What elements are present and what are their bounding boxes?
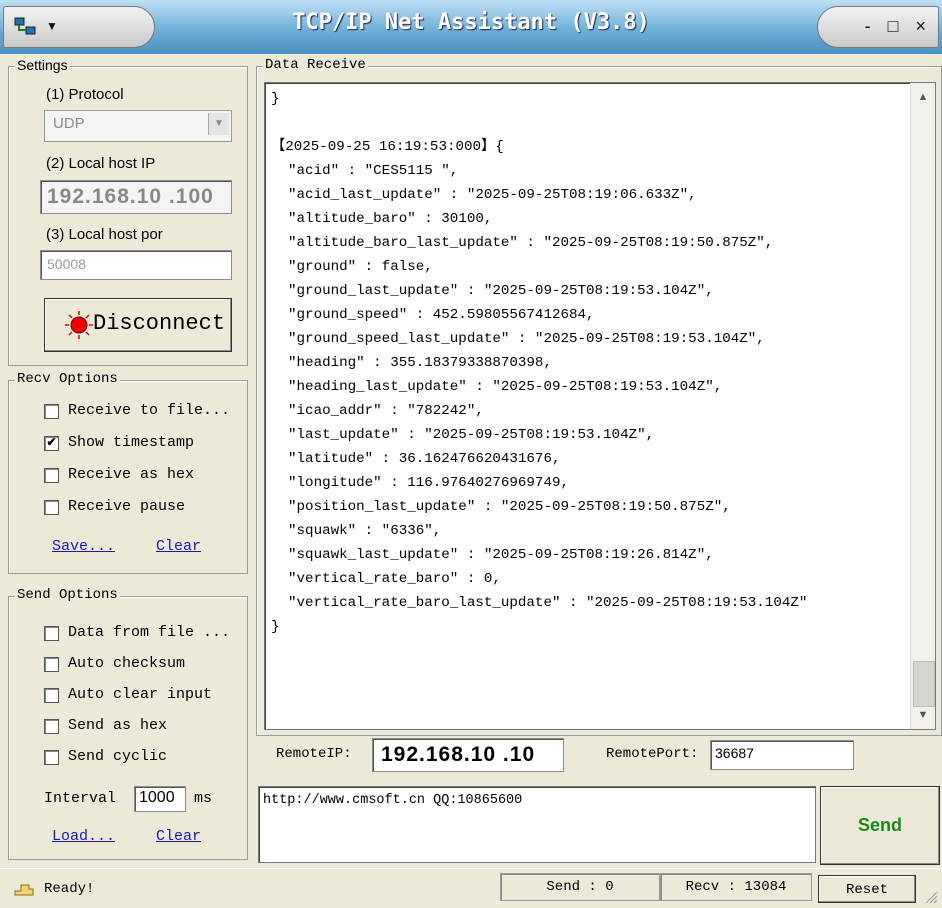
receive-line: "acid_last_update" : "2025-09-25T08:19:0… [271,187,697,203]
receive-line: "altitude_baro" : 30100, [271,211,493,227]
reset-button[interactable]: Reset [818,875,916,903]
save-link[interactable]: Save... [52,538,115,555]
interval-label: Interval [44,790,117,807]
local-ip-value: 192.168.10 .100 [47,185,214,208]
receive-text-area[interactable]: } 【2025-09-25 16:19:53:000】{ "acid" : "C… [264,82,936,730]
checkbox-label: Send cyclic [68,748,168,765]
checkbox-box[interactable] [44,719,59,734]
title-bar[interactable]: ▼ TCP/IP Net Assistant (V3.8) - □ × [0,0,942,54]
window-control-icons[interactable]: - □ × [865,16,932,37]
checkbox-box[interactable] [44,688,59,703]
recv-count: Recv : 13084 [685,879,787,895]
receive-line: "squawk" : "6336", [271,523,442,539]
send-text-input[interactable]: http://www.cmsoft.cn QQ:10865600 [258,786,816,863]
status-bar: Ready! Send : 0 Recv : 13084 Reset [0,868,942,908]
window-controls: - □ × [817,6,939,48]
remote-port-label: RemotePort: [606,746,699,762]
local-ip-label: (2) Local host IP [46,155,156,172]
checkbox-label: Auto checksum [68,655,186,672]
receive-line: "vertical_rate_baro" : 0, [271,571,501,587]
checkbox-label: Receive to file... [68,402,231,419]
chevron-down-icon[interactable]: ▼ [208,113,229,135]
checkbox-box[interactable] [44,626,59,641]
checkbox-label: Show timestamp [68,434,195,451]
receive-line: "vertical_rate_baro_last_update" : "2025… [271,595,808,611]
checkbox-label: Send as hex [68,717,168,734]
checkmark-icon[interactable]: ✔ [44,436,59,451]
receive-line: "heading_last_update" : "2025-09-25T08:1… [271,379,723,395]
receive-line: "acid" : "CES5115 ", [271,163,459,179]
interval-value: 1000 [139,789,175,806]
send-button-label: Send [857,815,902,835]
send-clear-link[interactable]: Clear [156,828,201,845]
receive-line: "squawk_last_update" : "2025-09-25T08:19… [271,547,714,563]
protocol-label: (1) Protocol [46,86,124,103]
disconnect-label: Disconnect [93,311,226,336]
checkbox-box[interactable] [44,750,59,765]
remote-ip-label: RemoteIP: [276,746,352,762]
receive-line: "position_last_update" : "2025-09-25T08:… [271,499,731,515]
receive-line: "latitude" : 36.162476620431676, [271,451,561,467]
hand-pointer-icon [14,884,34,896]
resize-grip-icon[interactable] [924,890,938,904]
status-ready: Ready! [44,881,95,897]
receive-line: "ground_speed_last_update" : "2025-09-25… [271,331,765,347]
receive-line: } [271,91,280,107]
checkbox-box[interactable] [44,657,59,672]
send-options-legend: Send Options [15,587,120,603]
receive-line: "icao_addr" : "782242", [271,403,484,419]
checkbox-label: Auto clear input [68,686,213,703]
protocol-value: UDP [53,115,85,132]
checkbox-box[interactable] [44,468,59,483]
window-title: TCP/IP Net Assistant (V3.8) [292,10,650,35]
scroll-down-icon[interactable]: ▼ [913,705,933,725]
send-text: http://www.cmsoft.cn QQ:10865600 [263,793,523,808]
checkbox-label: Receive as hex [68,466,195,483]
local-port-value: 50008 [47,256,86,272]
reset-label: Reset [845,882,888,898]
app-window: ▼ TCP/IP Net Assistant (V3.8) - □ × Sett… [0,0,942,908]
remote-port-value: 36687 [715,745,754,761]
vertical-scrollbar[interactable]: ▲ ▼ [910,83,935,729]
checkbox-label: Receive pause [68,498,186,515]
load-link[interactable]: Load... [52,828,115,845]
recv-count-panel: Recv : 13084 [660,873,812,901]
local-port-field[interactable]: 50008 [40,250,232,280]
remote-ip-value: 192.168.10 .10 [381,743,536,766]
receive-line: "ground_last_update" : "2025-09-25T08:19… [271,283,714,299]
protocol-select[interactable]: UDP ▼ [44,110,232,142]
receive-line: "longitude" : 116.97640276969749, [271,475,569,491]
remote-ip-field[interactable]: 192.168.10 .10 [372,738,564,772]
send-count: Send : 0 [546,879,614,895]
send-count-panel: Send : 0 [500,873,660,901]
receive-line: "ground_speed" : 452.59805567412684, [271,307,595,323]
receive-line: "heading" : 355.18379338870398, [271,355,552,371]
checkbox-label: Data from file ... [68,624,231,641]
receive-line: } [271,619,280,635]
remote-port-field[interactable]: 36687 [710,740,854,770]
recv-options-legend: Recv Options [15,371,120,387]
data-receive-legend: Data Receive [263,57,368,73]
interval-unit: ms [194,790,213,807]
scrollbar-thumb[interactable] [913,661,935,707]
disconnect-button[interactable]: Disconnect [44,298,232,352]
receive-line: "altitude_baro_last_update" : "2025-09-2… [271,235,774,251]
send-button[interactable]: Send [820,786,940,865]
local-ip-field[interactable]: 192.168.10 .100 [40,180,232,214]
receive-line [271,111,807,135]
receive-line: "last_update" : "2025-09-25T08:19:53.104… [271,427,655,443]
recv-clear-link[interactable]: Clear [156,538,201,555]
received-data-text: } 【2025-09-25 16:19:53:000】{ "acid" : "C… [271,87,807,639]
receive-line: "ground" : false, [271,259,433,275]
scroll-up-icon[interactable]: ▲ [913,87,933,107]
red-status-icon [65,311,93,339]
settings-legend: Settings [15,57,70,73]
receive-line: 【2025-09-25 16:19:53:000】{ [271,139,504,155]
checkbox-box[interactable] [44,500,59,515]
local-port-label: (3) Local host por [46,226,163,243]
interval-input[interactable]: 1000 [134,786,186,812]
checkbox-box[interactable] [44,404,59,419]
